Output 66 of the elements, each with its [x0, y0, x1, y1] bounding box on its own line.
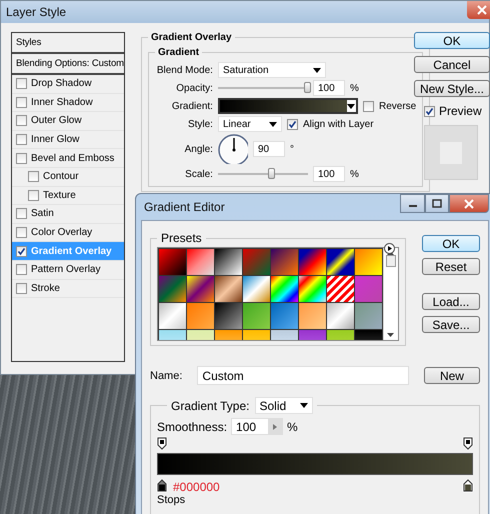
effect-label[interactable]: Drop Shadow	[31, 78, 92, 90]
effect-label[interactable]: Outer Glow	[31, 115, 82, 126]
effect-label[interactable]: Satin	[31, 208, 54, 220]
effect-row[interactable]: Texture	[12, 186, 124, 206]
effect-row[interactable]: Bevel and Emboss	[12, 149, 124, 168]
stop-color-value: #000000	[173, 480, 220, 494]
field-label: Scale:	[184, 168, 213, 180]
blending-options-item[interactable]: Blending Options: Custom	[12, 54, 124, 75]
dialog-button[interactable]: Cancel	[414, 56, 490, 73]
style-dropdown[interactable]: Linear	[218, 116, 282, 132]
dialog-button[interactable]: New Style...	[414, 80, 490, 97]
field-label: Opacity:	[175, 82, 213, 94]
effect-row[interactable]: Inner Shadow	[12, 94, 124, 112]
unit-label: %	[350, 82, 359, 94]
dialog-button[interactable]: Load...	[422, 293, 480, 310]
dialog-button[interactable]: Reset	[422, 258, 480, 275]
effect-row[interactable]: Satin	[12, 205, 124, 224]
effect-row[interactable]: Drop Shadow	[12, 75, 124, 94]
ok-button[interactable]: OK	[414, 32, 490, 49]
field-label: Name:	[150, 370, 182, 382]
ok-button[interactable]: OK	[422, 235, 480, 252]
group-title: Gradient Overlay	[150, 32, 233, 43]
effect-label[interactable]: Inner Glow	[31, 134, 80, 146]
dropdown-value: Saturation	[222, 64, 269, 76]
name-field[interactable]: Custom	[197, 366, 409, 385]
field-label: Gradient:	[170, 100, 213, 112]
field-label: Gradient Type:	[171, 398, 250, 412]
unit-label: %	[287, 420, 298, 434]
effect-label[interactable]: Color Overlay	[31, 227, 92, 238]
checkbox-label[interactable]: Preview	[438, 104, 482, 118]
field-value: 100	[236, 420, 256, 434]
stops-label: Stops	[157, 495, 186, 506]
effect-label[interactable]: Contour	[43, 171, 79, 182]
scale-field[interactable]: 100	[312, 166, 345, 182]
window-title: Layer Style	[6, 5, 66, 19]
angle-field[interactable]: 90	[252, 141, 285, 157]
unit-label: %	[350, 168, 359, 180]
effect-row[interactable]: Stroke	[12, 280, 124, 298]
field-label: Blend Mode:	[156, 64, 213, 76]
field-label: Smoothness:	[157, 420, 228, 434]
group-title: Gradient	[156, 47, 200, 58]
new-button[interactable]: New	[424, 367, 480, 384]
group-title: Presets	[160, 231, 203, 245]
effect-row[interactable]: Inner Glow	[12, 130, 124, 150]
checkbox-label[interactable]: Align with Layer	[302, 118, 374, 130]
effect-label[interactable]: Inner Shadow	[31, 96, 93, 108]
opacity-field[interactable]: 100	[312, 80, 345, 96]
window-title: Gradient Editor	[144, 200, 225, 214]
dialog-button[interactable]: Save...	[422, 316, 480, 333]
effect-label[interactable]: Stroke	[31, 282, 60, 294]
field-label: Style:	[186, 118, 213, 130]
gradient-type-dropdown[interactable]: Solid	[254, 397, 312, 414]
field-label: Angle:	[184, 144, 213, 154]
dropdown-value: Linear	[222, 118, 251, 130]
blend-mode-dropdown[interactable]: Saturation	[218, 62, 326, 78]
effect-row[interactable]: Pattern Overlay	[12, 260, 124, 280]
checkbox-label[interactable]: Reverse	[378, 100, 416, 112]
effect-label[interactable]: Pattern Overlay	[31, 264, 100, 276]
effect-row[interactable]: Outer Glow	[12, 112, 124, 131]
styles-header[interactable]: Styles	[12, 33, 124, 54]
unit-label: °	[290, 144, 294, 154]
effect-label[interactable]: Bevel and Emboss	[31, 152, 114, 164]
dropdown-value: Solid	[260, 398, 286, 412]
effect-row[interactable]: Contour	[12, 168, 124, 187]
effect-label[interactable]: Texture	[43, 190, 76, 201]
smoothness-field[interactable]: 100	[231, 418, 284, 435]
